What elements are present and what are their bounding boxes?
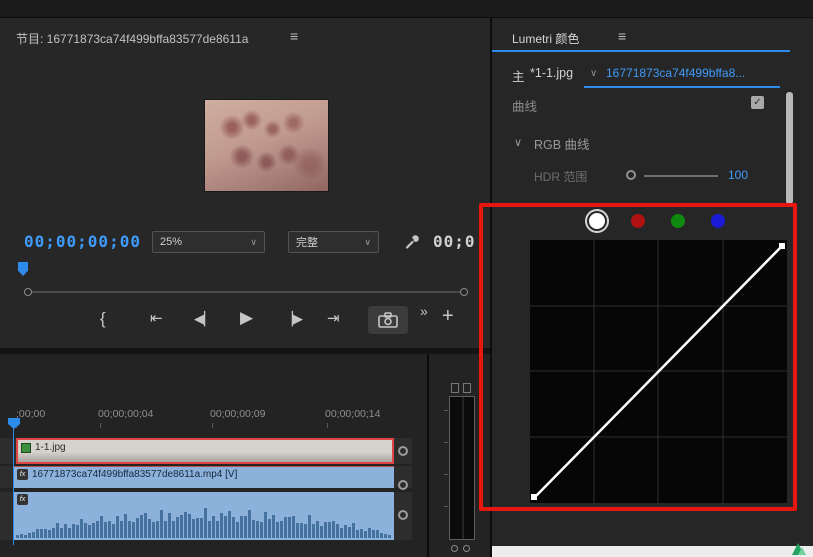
ruler-tick (212, 423, 213, 428)
rgb-curve-canvas[interactable] (530, 240, 787, 503)
program-panel-tab[interactable]: 节目: 16771873ca74f499bffa83577de8611a (16, 30, 248, 47)
rgb-curve-graph (530, 240, 787, 503)
lumetri-panel-tab[interactable]: Lumetri 颜色 (512, 30, 579, 47)
settings-wrench-button[interactable] (400, 231, 424, 253)
chevron-down-icon[interactable]: ∨ (514, 136, 522, 149)
solo-right-button[interactable] (463, 545, 470, 552)
clip-thumbnail-icon (21, 442, 31, 453)
bottom-overlay-strip (492, 546, 813, 557)
step-back-button[interactable]: ◀▏ (194, 312, 214, 325)
program-panel-menu-icon[interactable]: ≡ (290, 28, 298, 44)
clip-name-label[interactable]: *1-1.jpg (530, 66, 573, 80)
ruler-tick (100, 423, 101, 428)
check-icon: ✓ (753, 97, 762, 108)
meter-scale-tick (444, 474, 448, 475)
ruler-tick-label: ;00;00 (16, 408, 46, 420)
hdr-range-value[interactable]: 100 (728, 168, 748, 182)
lumetri-panel-menu-icon[interactable]: ≡ (618, 28, 626, 44)
clip-image[interactable]: 1-1.jpg (16, 438, 394, 464)
more-options-chevron[interactable]: » (420, 304, 428, 318)
window-top-strip (0, 0, 813, 18)
meter-scale-tick (444, 410, 448, 411)
zoom-level-select[interactable]: 25% ∨ (152, 231, 265, 253)
channel-white-dot[interactable] (589, 213, 605, 229)
clip-video-label: 16771873ca74f499bffa83577de8611a.mp4 [V] (32, 469, 238, 480)
vertical-scrollbar[interactable] (786, 92, 793, 204)
wrench-icon (405, 235, 419, 249)
track-option-dot[interactable] (398, 480, 408, 490)
clip-link-underline (584, 86, 780, 88)
ruler-tick-label: 00;00;00;09 (210, 408, 266, 420)
solo-left-button[interactable] (451, 545, 458, 552)
audio-waveform (16, 504, 392, 538)
master-tab-label[interactable]: 主 (512, 66, 525, 85)
meter-clip-indicator-left[interactable] (451, 383, 459, 393)
duration-timecode-display: 00;0 (433, 232, 476, 251)
zoom-level-value: 25% (160, 236, 183, 248)
rgb-curves-header[interactable]: RGB 曲线 (534, 134, 590, 153)
ruler-tick (327, 423, 328, 428)
add-button-editor[interactable]: + (442, 306, 454, 326)
hdr-range-label: HDR 范围 (534, 170, 588, 184)
ruler-tick-label: 00;00;00;14 (325, 408, 381, 420)
playback-quality-value: 完整 (296, 237, 318, 249)
channel-green-dot[interactable] (671, 214, 685, 228)
timeline-playhead-line (13, 428, 14, 545)
monitor-scrubber-track[interactable] (24, 291, 468, 293)
current-timecode-display[interactable]: 00;00;00;00 (24, 232, 141, 251)
ruler-tick-label: 00;00;00;04 (98, 408, 154, 420)
track-option-dot[interactable] (398, 510, 408, 520)
play-button[interactable]: ▶ (240, 309, 253, 326)
curves-section-label: 曲线 (512, 100, 538, 114)
camera-icon (378, 312, 398, 328)
scrubber-end-handle[interactable] (460, 288, 468, 296)
track-option-dot[interactable] (398, 446, 408, 456)
meter-scale-tick (444, 442, 448, 443)
playback-quality-select[interactable]: 完整 ∨ (288, 231, 379, 253)
channel-red-dot[interactable] (631, 214, 645, 228)
clip-source-link[interactable]: 16771873ca74f499bffa8... (606, 66, 745, 80)
fx-badge[interactable]: fx (17, 469, 28, 480)
clip-video[interactable]: fx 16771873ca74f499bffa83577de8611a.mp4 … (14, 466, 394, 488)
hdr-range-slider-track[interactable] (644, 175, 718, 177)
scrubber-start-handle[interactable] (24, 288, 32, 296)
step-forward-button[interactable]: ▕▶ (283, 312, 303, 325)
export-frame-button[interactable] (368, 306, 408, 334)
meter-scale-tick (444, 506, 448, 507)
meter-clip-indicator-right[interactable] (463, 383, 471, 393)
channel-blue-dot[interactable] (711, 214, 725, 228)
green-app-icon[interactable] (789, 542, 807, 557)
go-to-in-button[interactable]: ⇤ (150, 311, 163, 326)
audio-level-meter[interactable] (449, 396, 475, 540)
clip-audio[interactable]: fx (14, 492, 394, 540)
program-preview (205, 100, 328, 191)
chevron-down-icon[interactable]: ∨ (590, 68, 597, 79)
active-panel-underline (492, 50, 790, 52)
chevron-down-icon: ∨ (364, 236, 371, 247)
premiere-window: 节目: 16771873ca74f499bffa83577de8611a ≡ 0… (0, 0, 813, 557)
hdr-range-slider-knob[interactable] (626, 170, 636, 180)
curves-enabled-checkbox[interactable]: ✓ (751, 96, 764, 109)
panel-divider[interactable] (490, 18, 492, 557)
clip-image-label: 1-1.jpg (35, 442, 66, 453)
chevron-down-icon: ∨ (250, 236, 257, 247)
meter-channel-divider (462, 397, 464, 539)
go-to-out-button[interactable]: ⇥ (327, 311, 340, 326)
add-marker-button[interactable]: { (100, 310, 106, 327)
